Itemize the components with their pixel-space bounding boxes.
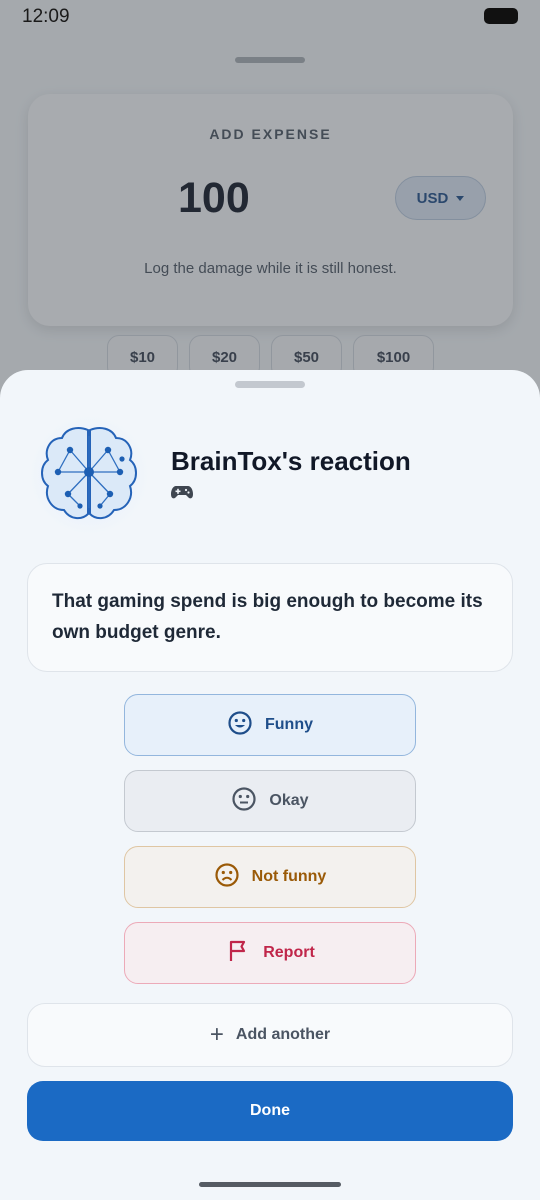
gamepad-icon [171,482,193,502]
okay-button[interactable]: Okay [124,770,416,832]
plus-icon: + [209,1021,224,1048]
reaction-title: BrainTox's reaction [171,446,411,476]
frown-icon [214,862,240,893]
status-bar: 12:09 [0,0,540,34]
status-time: 12:09 [22,6,70,27]
report-label: Report [263,944,315,961]
reaction-bottom-sheet: BrainTox's reaction That gaming spend is… [0,370,540,1200]
funny-label: Funny [265,716,313,733]
not-funny-button[interactable]: Not funny [124,846,416,908]
add-another-button[interactable]: + Add another [27,1003,513,1067]
sheet-drag-handle[interactable] [235,381,305,388]
home-indicator [199,1182,341,1187]
add-another-label: Add another [235,1026,331,1043]
report-button[interactable]: Report [124,922,416,984]
flag-icon [225,938,251,969]
smile-icon [227,710,253,741]
battery-icon [484,8,518,24]
reaction-message: That gaming spend is big enough to becom… [52,591,483,643]
okay-label: Okay [269,792,309,809]
funny-button[interactable]: Funny [124,694,416,756]
reaction-message-card: That gaming spend is big enough to becom… [27,563,513,672]
neutral-face-icon [231,786,257,817]
braintox-brain-icon [30,416,148,534]
not-funny-label: Not funny [251,868,327,885]
done-button[interactable]: Done [27,1081,513,1141]
